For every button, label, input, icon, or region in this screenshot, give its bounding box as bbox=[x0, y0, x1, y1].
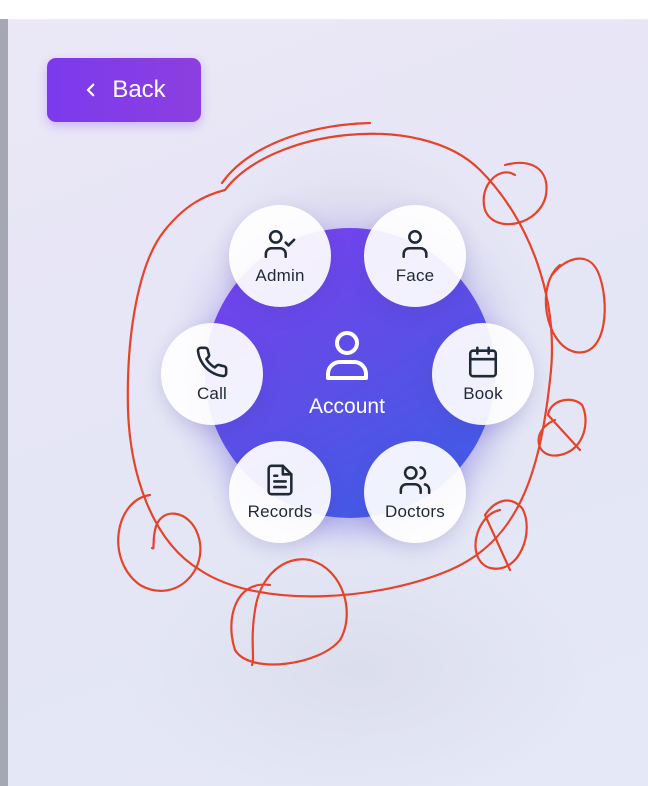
file-text-icon bbox=[267, 464, 293, 496]
menu-item-face[interactable]: Face bbox=[364, 205, 466, 307]
window-edge bbox=[0, 19, 8, 786]
user-check-icon bbox=[264, 229, 296, 259]
calendar-icon bbox=[468, 346, 498, 378]
back-button[interactable]: Back bbox=[47, 58, 201, 122]
menu-item-label: Book bbox=[463, 384, 503, 403]
top-bar bbox=[0, 0, 648, 20]
chevron-left-icon bbox=[87, 83, 95, 97]
menu-item-call[interactable]: Call bbox=[161, 323, 263, 425]
user-icon bbox=[326, 331, 368, 380]
user-icon bbox=[402, 229, 428, 259]
background-blur-shape bbox=[128, 540, 588, 786]
hub-label: Account bbox=[309, 395, 385, 418]
menu-item-records[interactable]: Records bbox=[229, 441, 331, 543]
menu-item-label: Records bbox=[247, 502, 313, 521]
menu-item-doctors[interactable]: Doctors bbox=[364, 441, 466, 543]
menu-item-label: Admin bbox=[255, 266, 305, 285]
menu-item-label: Call bbox=[196, 384, 228, 403]
back-button-label: Back bbox=[112, 76, 166, 103]
menu-item-admin[interactable]: Admin bbox=[229, 205, 331, 307]
phone-icon bbox=[196, 346, 228, 378]
menu-item-label: Face bbox=[395, 266, 435, 285]
users-icon bbox=[399, 465, 431, 495]
menu-item-label: Doctors bbox=[385, 502, 445, 521]
menu-item-book[interactable]: Book bbox=[432, 323, 534, 425]
